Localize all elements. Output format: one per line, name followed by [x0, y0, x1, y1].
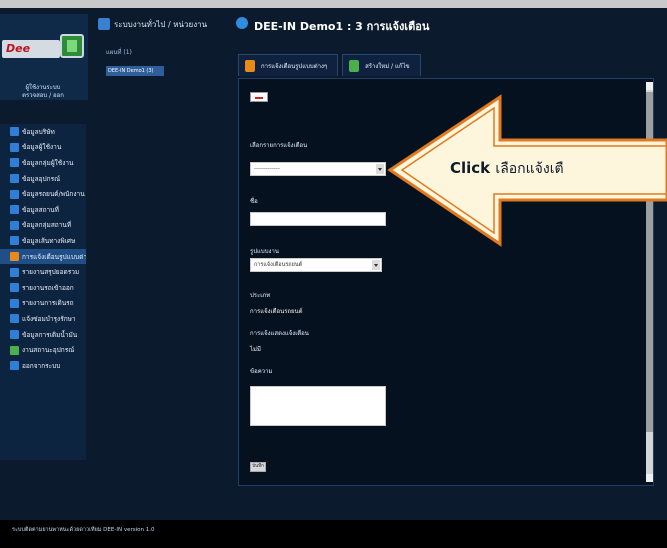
- sidebar-item[interactable]: ข้อมูลอุปกรณ์: [0, 171, 86, 187]
- name-label: ชื่อ: [250, 198, 258, 205]
- send-alert-value: ไม่มี: [250, 346, 261, 353]
- edit-icon: [349, 59, 360, 72]
- callout-thai: เลือกแจ้งเตื: [495, 161, 564, 177]
- sidebar-item[interactable]: ข้อมูลการเติมน้ำมัน: [0, 327, 86, 343]
- page-header: DEE-IN Demo1 : 3 การแจ้งเตือน: [228, 14, 667, 44]
- sidebar-item-label: ข้อมูลอุปกรณ์: [22, 174, 61, 183]
- status-value: การแจ้งเตือนรถยนต์: [254, 262, 303, 268]
- tab-label: การแจ้งเตือนรูปแบบต่างๆ: [261, 62, 328, 70]
- sidebar-item-label: ข้อมูลบริษัท: [22, 127, 55, 136]
- sidebar-item-label: การแจ้งเตือนรูปแบบต่างๆ: [22, 252, 86, 261]
- menu-item-icon: [10, 189, 19, 199]
- sidebar-item[interactable]: ข้อมูลบริษัท: [0, 124, 86, 140]
- sidebar-item[interactable]: ข้อมูลเส้นทางพิเศษ: [0, 233, 86, 249]
- menu-item-icon: [10, 314, 19, 324]
- logo-area: Dee ผู้ใช้งานระบบ ตรวจสอบ / ออก: [0, 14, 88, 100]
- breadcrumb-text[interactable]: ระบบงานทั่วไป / หน่วยงาน: [114, 18, 207, 31]
- alert-type-select[interactable]: -------------: [250, 162, 386, 176]
- tab-alert-list[interactable]: การแจ้งเตือนรูปแบบต่างๆ: [238, 54, 339, 76]
- note-label: ข้อความ: [250, 368, 273, 375]
- type-label: ประเภท: [250, 292, 271, 299]
- menu-item-icon: [10, 174, 19, 184]
- bell-icon: [236, 17, 248, 29]
- sidebar-menu: ข้อมูลบริษัทข้อมูลผู้ใช้งานข้อมูลกลุ่มผู…: [0, 124, 86, 460]
- type-value: การแจ้งเตือนรถยนต์: [250, 308, 303, 315]
- callout-bold: Click: [450, 159, 491, 177]
- save-button[interactable]: บันทึก: [250, 462, 266, 472]
- sidebar-item[interactable]: รายงานรถเข้าออก: [0, 280, 86, 296]
- user-info[interactable]: ผู้ใช้งานระบบ ตรวจสอบ / ออก: [4, 84, 82, 100]
- sidebar-item-label: รายงานรถเข้าออก: [22, 283, 74, 292]
- folder-icon: [98, 18, 110, 30]
- sidebar-item[interactable]: ออกจากระบบ: [0, 358, 86, 374]
- user-info-line2[interactable]: ตรวจสอบ / ออก: [4, 92, 82, 100]
- browser-top-strip: [0, 0, 667, 8]
- menu-item-icon: [10, 205, 19, 215]
- sidebar-item-label: ข้อมูลกลุ่มผู้ใช้งาน: [22, 158, 74, 167]
- sidebar-item-label: ข้อมูลการเติมน้ำมัน: [22, 330, 78, 339]
- delete-button[interactable]: [250, 92, 268, 102]
- scroll-down-arrow[interactable]: [646, 474, 653, 482]
- breadcrumb-sub: แผนที่ (1): [106, 49, 132, 56]
- sidebar-item[interactable]: ข้อมูลสถานที่: [0, 202, 86, 218]
- send-alert-label: การแจ้งแสดงแจ้งเตือน: [250, 330, 309, 337]
- sidebar-item-label: รายงานการเดินรถ: [22, 299, 74, 308]
- menu-item-icon: [10, 345, 19, 355]
- menu-item-icon: [10, 220, 19, 230]
- sidebar-item[interactable]: งานสถานะอุปกรณ์: [0, 342, 86, 358]
- chevron-down-icon[interactable]: [372, 260, 380, 270]
- tab-create-edit[interactable]: สร้างใหม่ / แก้ไข: [342, 54, 421, 76]
- menu-item-icon: [10, 252, 19, 262]
- sidebar-item[interactable]: รายงานการเดินรถ: [0, 296, 86, 312]
- list-icon: [245, 59, 255, 72]
- menu-item-icon: [10, 142, 19, 152]
- menu-item-icon: [10, 267, 19, 277]
- menu-item-icon: [10, 127, 19, 137]
- sidebar-item-label: ออกจากระบบ: [22, 361, 61, 370]
- user-info-line1: ผู้ใช้งานระบบ: [25, 84, 61, 91]
- demo-selector[interactable]: DEE-IN Demo1 (3): [106, 66, 164, 76]
- status-label: รูปแบบงาน: [250, 248, 279, 255]
- sidebar-item[interactable]: ข้อมูลกลุ่มผู้ใช้งาน: [0, 155, 86, 171]
- menu-item-icon: [10, 298, 19, 308]
- footer: ระบบติดตามยานพาหนะด้วยดาวเทียม DEE-IN ve…: [0, 520, 667, 548]
- logo-text: Dee: [6, 42, 31, 55]
- company-logo: Dee: [2, 40, 60, 58]
- sidebar-item[interactable]: ข้อมูลผู้ใช้งาน: [0, 140, 86, 156]
- tab-bar: การแจ้งเตือนรูปแบบต่างๆ สร้างใหม่ / แก้ไ…: [238, 54, 421, 76]
- menu-item-icon: [10, 158, 19, 168]
- page-title: DEE-IN Demo1 : 3 การแจ้งเตือน: [254, 20, 430, 33]
- sidebar-item-label: งานสถานะอุปกรณ์: [22, 346, 75, 355]
- menu-item-icon: [10, 236, 19, 246]
- name-input[interactable]: [250, 212, 386, 226]
- alert-type-value: -------------: [254, 166, 280, 172]
- sidebar-item[interactable]: รายงานสรุปยอดรวม: [0, 264, 86, 280]
- sidebar-item-label: ข้อมูลรถยนต์/พนักงาน: [22, 190, 85, 199]
- alert-type-label: เลือกรายการแจ้งเตือน: [250, 142, 308, 149]
- sidebar-item[interactable]: การแจ้งเตือนรูปแบบต่างๆ: [0, 248, 86, 265]
- tab-label: สร้างใหม่ / แก้ไข: [365, 62, 410, 70]
- sidebar-item-label: ข้อมูลผู้ใช้งาน: [22, 143, 62, 152]
- sidebar-item[interactable]: แจ้งซ่อมบำรุงรักษา: [0, 311, 86, 327]
- sidebar-item-label: แจ้งซ่อมบำรุงรักษา: [22, 314, 76, 323]
- sidebar-item-label: ข้อมูลเส้นทางพิเศษ: [22, 236, 76, 245]
- note-textarea[interactable]: [250, 386, 386, 426]
- callout-text: Click เลือกแจ้งเตื: [450, 158, 564, 180]
- menu-item-icon: [10, 283, 19, 293]
- sidebar-item-label: ข้อมูลสถานที่: [22, 205, 59, 214]
- menu-item-icon: [10, 361, 19, 371]
- callout-arrow: [387, 94, 667, 247]
- sidebar-item[interactable]: ข้อมูลรถยนต์/พนักงาน: [0, 186, 86, 202]
- menu-item-icon: [10, 330, 19, 340]
- status-select[interactable]: การแจ้งเตือนรถยนต์: [250, 258, 382, 272]
- scroll-up-arrow[interactable]: [646, 82, 653, 90]
- sidebar-item-label: รายงานสรุปยอดรวม: [22, 268, 80, 277]
- download-icon[interactable]: [60, 34, 84, 58]
- breadcrumb: ระบบงานทั่วไป / หน่วยงาน: [96, 14, 224, 40]
- sidebar-item-label: ข้อมูลกลุ่มสถานที่: [22, 221, 72, 230]
- footer-text: ระบบติดตามยานพาหนะด้วยดาวเทียม DEE-IN ve…: [12, 527, 155, 533]
- sidebar-item[interactable]: ข้อมูลกลุ่มสถานที่: [0, 218, 86, 234]
